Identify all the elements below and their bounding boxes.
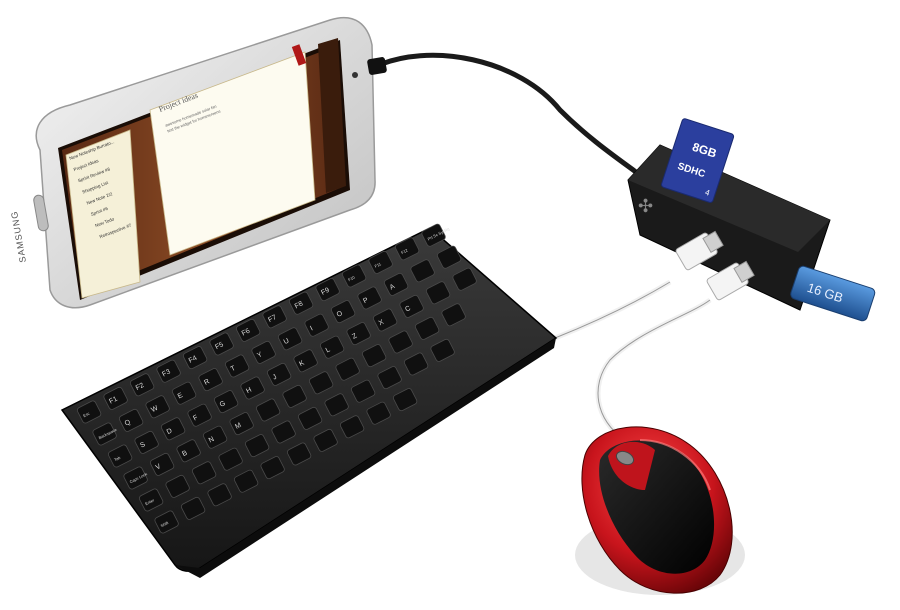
mouse-cable-edge bbox=[597, 299, 711, 441]
mouse bbox=[575, 426, 745, 595]
mouse-cable bbox=[595, 297, 712, 443]
usb-flash-drive: 16 GB bbox=[790, 265, 876, 322]
usb-otg-plug bbox=[367, 57, 387, 75]
usb-hub: ✣ 8GB SDHC 4 16 GB bbox=[627, 118, 876, 322]
front-camera-icon bbox=[352, 72, 358, 78]
phone-brand-logo: SAMSUNG bbox=[9, 210, 28, 263]
hub-logo-icon: ✣ bbox=[638, 196, 653, 216]
smartphone: Project ideas awesome homemade solar fan… bbox=[9, 16, 387, 309]
phone-cable bbox=[370, 52, 642, 178]
product-scene: Project ideas awesome homemade solar fan… bbox=[9, 16, 876, 595]
